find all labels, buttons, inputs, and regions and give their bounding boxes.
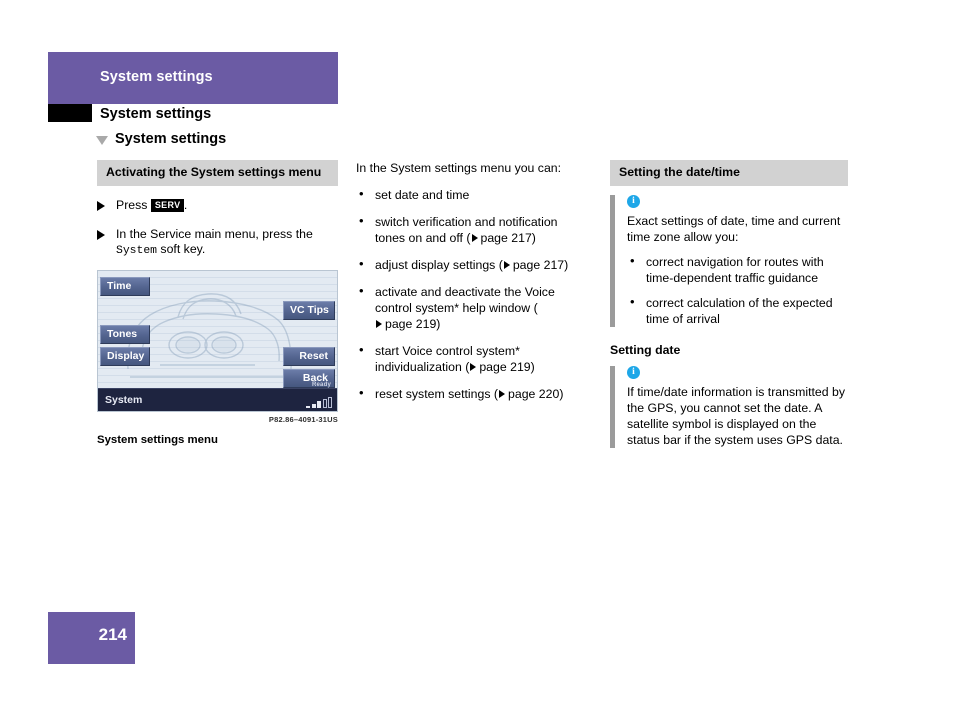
list-item: correct calculation of the expected time… (627, 294, 848, 327)
step-bullet-icon (97, 198, 116, 216)
right-subheading: Setting the date/time (610, 160, 848, 186)
list-item-tail: ) (436, 317, 441, 331)
page-number: 214 (98, 625, 127, 644)
middle-lead-text: In the System settings menu you can: (356, 161, 562, 175)
list-item-tail: ) (531, 231, 536, 245)
header-band-title: System settings (100, 69, 213, 85)
screen-button-vc-tips[interactable]: VC Tips (283, 301, 335, 320)
list-item-text: reset system settings ( (375, 387, 499, 401)
list-item-tail: ) (564, 258, 569, 272)
serv-keycap: SERV (150, 198, 184, 212)
reference-page: page 219 (385, 317, 437, 331)
list-item: set date and time (356, 186, 586, 203)
page-header-band: System settings (48, 52, 338, 104)
reference-triangle-icon (470, 363, 477, 371)
reference-triangle-icon (471, 234, 478, 242)
info-note-gps: i If time/date information is transmitte… (610, 366, 848, 448)
info-note-date-time: i Exact settings of date, time and curre… (610, 195, 848, 327)
list-item: activate and deactivate the Voice contro… (356, 283, 586, 332)
status-bar-label: System (105, 394, 143, 406)
list-item: correct navigation for routes with time-… (627, 253, 848, 286)
list-item-text: activate and deactivate the Voice contro… (375, 285, 555, 315)
screen-button-time[interactable]: Time (100, 277, 150, 296)
step-text-after: . (183, 198, 188, 212)
left-column: Activating the System settings menu Pres… (97, 160, 338, 271)
list-item-tail: ) (530, 360, 535, 374)
manual-page: System settings System settings System s… (0, 0, 954, 716)
screen-button-reset[interactable]: Reset (283, 347, 335, 366)
cross-reference: page 217 (503, 258, 564, 272)
screen-status-bar: System Ready (98, 382, 337, 411)
info-icon: i (627, 195, 640, 208)
triangle-down-icon (96, 135, 108, 145)
screen-button-display[interactable]: Display (100, 347, 150, 366)
list-item: adjust display settings ( page 217) (356, 256, 586, 273)
reference-page: page 217 (480, 231, 532, 245)
reference-page: page 217 (512, 258, 565, 272)
procedure-steps: Press SERV. In the Service main menu, pr… (97, 198, 338, 260)
figure-caption: System settings menu (97, 434, 218, 446)
reference-triangle-icon (503, 261, 510, 269)
signal-strength-icon (306, 397, 332, 408)
step-text: Press SERV. (116, 198, 338, 216)
info-icon: i (627, 366, 640, 379)
system-settings-screen-figure: Time Tones Display VC Tips Reset Back Sy… (97, 270, 338, 424)
list-item: switch verification and notification ton… (356, 213, 586, 246)
reference-triangle-icon (376, 320, 382, 328)
step-text: In the Service main menu, press the Syst… (116, 227, 338, 260)
note-text: If time/date information is transmitted … (627, 385, 846, 447)
cross-reference: page 217 (471, 231, 532, 245)
head-unit-screen: Time Tones Display VC Tips Reset Back Sy… (97, 270, 338, 412)
step-text-before: Press (116, 198, 151, 212)
reference-page: page 219 (479, 360, 531, 374)
screen-button-tones[interactable]: Tones (100, 325, 150, 344)
right-column: Setting the date/time i Exact settings o… (610, 160, 848, 448)
cross-reference: page 219 (469, 360, 531, 374)
cross-reference: page 219 (375, 317, 436, 331)
feature-list: set date and time switch verification an… (356, 186, 586, 402)
note-text: Exact settings of date, time and current… (627, 214, 841, 244)
setting-date-heading: Setting date (610, 343, 681, 357)
status-bar-ready-label: Ready (311, 382, 331, 388)
step-item: In the Service main menu, press the Syst… (97, 227, 338, 260)
list-item: reset system settings ( page 220) (356, 385, 586, 402)
step-item: Press SERV. (97, 198, 338, 216)
page-number-box: 214 (48, 612, 135, 664)
softkey-name: System (116, 245, 158, 257)
cross-reference: page 220 (498, 387, 559, 401)
list-item-text: set date and time (375, 188, 470, 202)
section-title: System settings (115, 131, 227, 147)
list-item-text: adjust display settings ( (375, 258, 503, 272)
figure-code: P82.86–4091-31US (268, 415, 338, 424)
chapter-title: System settings (100, 106, 212, 122)
step-bullet-icon (97, 227, 116, 260)
list-item: start Voice control system* individualiz… (356, 342, 586, 375)
chapter-marker (48, 104, 92, 122)
middle-column: In the System settings menu you can: set… (356, 160, 586, 413)
left-subheading: Activating the System settings menu (97, 160, 338, 186)
step-text-after: soft key. (157, 242, 206, 256)
note-list: correct navigation for routes with time-… (627, 253, 848, 327)
step-text-before: In the Service main menu, press the (116, 226, 313, 241)
reference-page: page 220 (508, 387, 560, 401)
reference-triangle-icon (499, 390, 506, 398)
list-item-tail: ) (559, 387, 564, 401)
section-heading: System settings (96, 131, 226, 147)
